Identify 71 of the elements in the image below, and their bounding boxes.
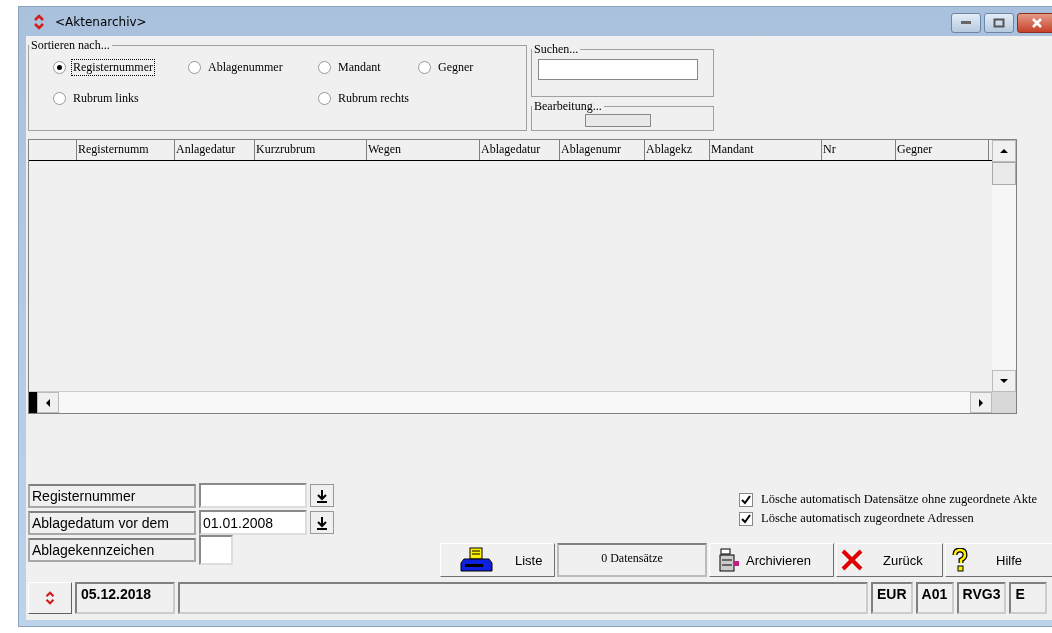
column-header[interactable]: Registernumm <box>77 140 175 160</box>
close-button[interactable] <box>1017 13 1052 33</box>
status-field: A01 <box>915 582 954 614</box>
sort-option[interactable]: Rubrum rechts <box>318 90 418 107</box>
down-arrow-icon <box>316 488 328 503</box>
sort-option[interactable]: Rubrum links <box>53 90 188 107</box>
checkbox-option[interactable]: Lösche automatisch Datensätze ohne zugeordnete Akte <box>739 492 1037 507</box>
search-field[interactable] <box>538 59 698 80</box>
file-cabinet-icon <box>718 548 740 572</box>
down-arrow-icon <box>316 515 328 530</box>
back-button[interactable]: Zurück <box>836 543 943 577</box>
column-header[interactable]: Wegen <box>367 140 480 160</box>
left-arrow-icon <box>45 398 51 407</box>
minimize-button[interactable] <box>951 13 981 33</box>
column-marker <box>29 392 37 413</box>
horizontal-scrollbar[interactable] <box>29 391 992 413</box>
maximize-icon <box>993 18 1005 28</box>
field-label: Ablagekennzeichen <box>28 537 196 562</box>
scroll-right-button[interactable] <box>970 392 992 413</box>
input-field[interactable] <box>199 483 307 508</box>
status-field: E <box>1009 582 1048 614</box>
column-header[interactable]: Ablagekz <box>645 140 710 160</box>
field-label: Ablagedatum vor dem <box>28 510 196 535</box>
logo-button[interactable] <box>28 582 72 614</box>
group-title: Suchen... <box>533 42 580 57</box>
input-field[interactable] <box>199 534 233 565</box>
printer-icon <box>459 547 493 573</box>
column-header[interactable]: Mandant <box>710 140 822 160</box>
logo-icon <box>31 13 47 30</box>
sort-option[interactable]: Mandant <box>318 59 418 76</box>
download-arrow-button[interactable] <box>310 511 334 534</box>
archive-button[interactable]: Archivieren <box>709 543 834 577</box>
status-date: 05.12.2018 <box>75 582 175 614</box>
column-header[interactable]: Anlagedatur <box>175 140 255 160</box>
scroll-left-button[interactable] <box>37 392 59 413</box>
column-header[interactable]: Ablagedatur <box>480 140 560 160</box>
field-label: Registernummer <box>28 483 196 508</box>
column-header[interactable]: Ablagenumr <box>560 140 645 160</box>
help-button[interactable]: Hilfe <box>945 543 1052 577</box>
maximize-button[interactable] <box>984 13 1014 33</box>
up-arrow-icon <box>1000 148 1008 154</box>
column-header[interactable]: Gegner <box>896 140 989 160</box>
scrollbar-corner <box>992 392 1016 413</box>
edit-button[interactable] <box>585 113 651 127</box>
scroll-down-button[interactable] <box>992 370 1016 392</box>
download-arrow-button[interactable] <box>310 484 334 507</box>
group-title: Sortieren nach... <box>30 38 111 53</box>
status-field: EUR <box>871 582 913 614</box>
status-field: RVG3 <box>956 582 1007 614</box>
input-field[interactable]: 01.01.2008 <box>199 510 307 535</box>
check-mark-icon <box>741 513 752 524</box>
checkbox-option[interactable]: Lösche automatisch zugeordnete Adressen <box>739 511 1037 526</box>
scrollbar-thumb[interactable] <box>992 162 1016 185</box>
question-mark-icon <box>952 548 968 572</box>
window-title: <Aktenarchiv> <box>55 14 147 29</box>
group-title: Bearbeitung... <box>533 98 603 114</box>
column-header[interactable]: Kurzrubrum <box>255 140 367 160</box>
down-arrow-icon <box>1000 378 1008 384</box>
scroll-up-button[interactable] <box>992 140 1016 162</box>
record-count: 0 Datensätze <box>557 543 707 577</box>
check-mark-icon <box>741 494 752 505</box>
cross-icon <box>841 549 863 571</box>
minimize-icon <box>960 20 972 26</box>
vertical-scrollbar[interactable] <box>992 140 1016 413</box>
logo-icon <box>43 590 57 606</box>
close-icon <box>1031 18 1043 28</box>
sort-option[interactable]: Ablagenummer <box>188 59 318 76</box>
sort-option[interactable]: Gegner <box>418 59 508 76</box>
list-button[interactable]: Liste <box>440 543 555 577</box>
column-header[interactable]: Nr <box>822 140 896 160</box>
right-arrow-icon <box>978 398 984 407</box>
